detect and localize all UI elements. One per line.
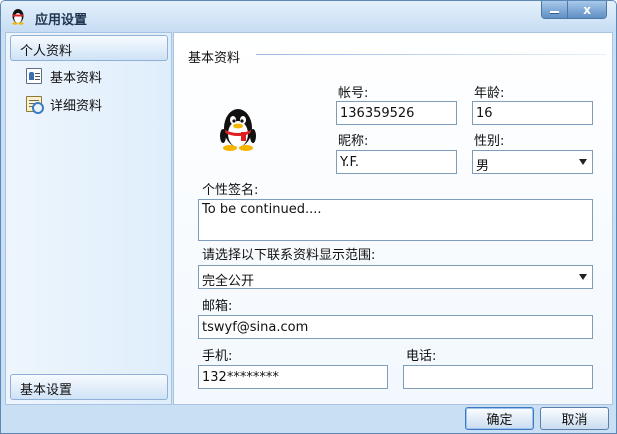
visibility-label: 请选择以下联系资料显示范围: [202,248,376,263]
cancel-button[interactable]: 取消 [540,407,609,430]
mobile-field[interactable]: 132******** [198,365,388,389]
basic-info-panel: 基本资料 帐号: 136359526 年龄: 16 昵称: Y.F. 性别: 男 [173,32,613,405]
minimize-icon [550,11,560,14]
phone-field[interactable] [403,365,593,389]
sidebar: 个人资料 基本资料 详细资料 基本设置 [5,32,172,405]
dialog-button-bar: 确定 取消 [1,405,616,433]
id-card-icon [26,68,42,84]
age-label: 年龄: [474,86,505,101]
sidebar-group-basic-settings[interactable]: 基本设置 [10,374,168,400]
visibility-value: 完全公开 [202,274,255,289]
age-field[interactable]: 16 [472,101,593,125]
window-controls: x [541,1,607,19]
penguin-avatar [220,109,256,151]
mobile-label: 手机: [202,349,233,364]
account-label: 帐号: [338,86,369,101]
detail-doc-icon [26,96,44,114]
email-label: 邮箱: [202,299,233,314]
window-title: 应用设置 [35,13,88,28]
sidebar-item-basic-info[interactable]: 基本资料 [26,66,102,86]
sidebar-item-label: 详细资料 [50,98,103,114]
sidebar-item-label: 基本资料 [50,70,103,86]
settings-window: 应用设置 x 个人资料 基本资料 详细资料 基本设置 基本资料 帐号: 1363… [0,0,617,434]
qq-penguin-icon [12,9,24,25]
close-icon: x [583,2,591,17]
gender-label: 性别: [474,134,505,149]
visibility-select[interactable]: 完全公开 [198,265,593,289]
section-divider [256,54,606,55]
signature-field[interactable]: To be continued.... [198,199,593,241]
sidebar-item-detail-info[interactable]: 详细资料 [26,94,102,114]
minimize-button[interactable] [542,1,569,18]
account-field[interactable]: 136359526 [336,101,457,125]
gender-value: 男 [476,159,490,174]
phone-label: 电话: [406,349,437,364]
chevron-down-icon[interactable] [579,274,587,280]
title-bar[interactable]: 应用设置 x [1,1,616,32]
nickname-field[interactable]: Y.F. [336,150,457,174]
ok-button[interactable]: 确定 [465,407,534,430]
nickname-label: 昵称: [338,134,369,149]
signature-label: 个性签名: [202,183,259,198]
email-field[interactable]: tswyf@sina.com [198,315,593,339]
close-button[interactable]: x [568,1,606,18]
gender-select[interactable]: 男 [472,150,593,174]
section-title: 基本资料 [188,51,241,66]
chevron-down-icon[interactable] [579,159,587,165]
sidebar-group-personal-info[interactable]: 个人资料 [10,35,168,61]
